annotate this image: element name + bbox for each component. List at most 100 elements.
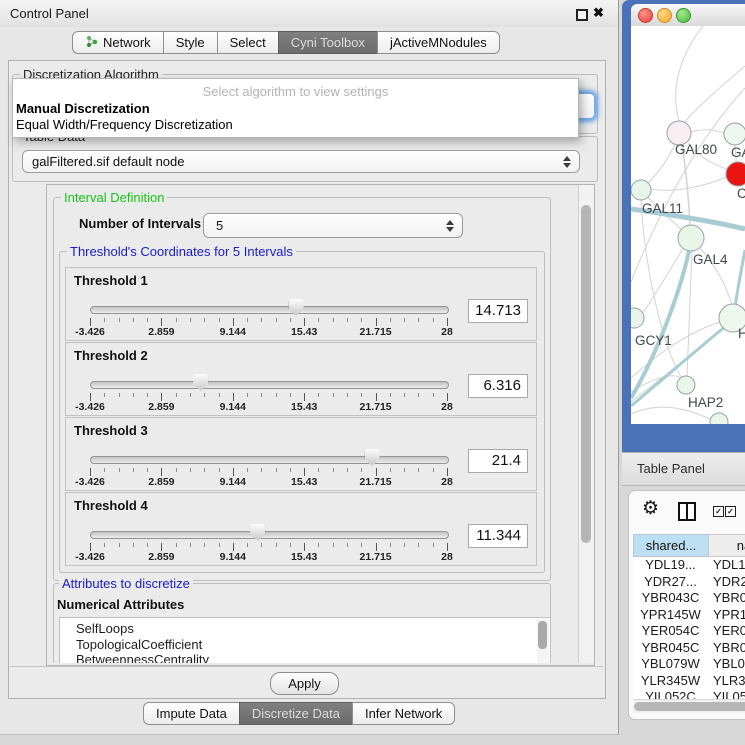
attribute-list-item[interactable]: BetweennessCentrality <box>60 652 550 663</box>
tick-mark <box>261 468 262 472</box>
tick-label: -3.426 <box>60 476 120 488</box>
table-data-combobox[interactable]: galFiltered.sif default node <box>22 150 580 173</box>
mac-zoom-light[interactable] <box>676 8 691 23</box>
float-window-icon[interactable] <box>576 9 588 21</box>
numerical-attributes-list: SelfLoopsTopologicalCoefficientBetweenne… <box>59 617 551 663</box>
column-header-shared-name[interactable]: shared... <box>633 534 709 557</box>
table-row[interactable]: YPR145WYPR145W <box>633 607 745 624</box>
network-edge[interactable] <box>735 250 745 307</box>
tick-mark <box>318 393 319 397</box>
network-edge[interactable] <box>648 144 675 183</box>
tab-select[interactable]: Select <box>217 31 279 54</box>
tick-mark <box>333 543 334 547</box>
threshold-slider-track[interactable] <box>90 531 449 539</box>
tick-mark <box>318 468 319 472</box>
tick-label: 2.859 <box>131 401 191 413</box>
number-of-intervals-spinner[interactable]: 5 <box>203 213 463 238</box>
number-of-intervals-label: Number of Intervals <box>79 216 201 231</box>
table-rows: YDL19...YDL19...YDR27...YDR27...YBR043CY… <box>633 557 745 699</box>
vertical-scrollbar-thumb[interactable] <box>581 205 591 543</box>
horizontal-scrollbar[interactable] <box>633 699 745 713</box>
tick-label: 15.43 <box>274 326 334 338</box>
network-node[interactable] <box>710 413 728 424</box>
split-view-icon[interactable] <box>678 502 696 521</box>
network-node-ga[interactable] <box>724 123 745 145</box>
network-node-hap2[interactable] <box>677 376 695 394</box>
close-icon[interactable]: ✖ <box>593 5 604 21</box>
tick-mark <box>161 543 162 551</box>
table-row[interactable]: YIL052CYIL052C <box>633 689 745 699</box>
network-node-gal4[interactable] <box>678 225 704 251</box>
attribute-list-item[interactable]: TopologicalCoefficient <box>60 637 550 653</box>
cell-shared-name: YIL052C <box>633 689 708 699</box>
tick-mark <box>176 393 177 397</box>
table-row[interactable]: YBR045CYBR045C <box>633 640 745 657</box>
table-row[interactable]: YBL079WYBL079W <box>633 656 745 673</box>
network-edge[interactable] <box>651 177 726 190</box>
algorithm-option-manual[interactable]: Manual Discretization <box>16 101 150 116</box>
tab-style[interactable]: Style <box>163 31 218 54</box>
table-row[interactable]: YDR27...YDR27... <box>633 574 745 591</box>
tab-label: Infer Network <box>365 706 442 721</box>
threshold-value-field[interactable]: 11.344 <box>468 524 528 548</box>
table-row[interactable]: YDL19...YDL19... <box>633 557 745 574</box>
network-node-c[interactable] <box>726 162 745 186</box>
threshold-slider-track[interactable] <box>90 381 449 389</box>
column-header-name[interactable]: name <box>708 534 745 557</box>
tick-mark <box>247 543 248 547</box>
tab-network[interactable]: Network <box>72 31 164 54</box>
cell-name: YER054C <box>713 623 745 640</box>
tick-mark <box>418 543 419 547</box>
algorithm-option-equal-width[interactable]: Equal Width/Frequency Discretization <box>16 117 233 132</box>
horizontal-scrollbar-thumb[interactable] <box>634 702 745 711</box>
attribute-list-item[interactable]: SelfLoops <box>60 621 550 637</box>
cell-shared-name: YLR345W <box>633 673 708 690</box>
tick-mark <box>147 543 148 547</box>
network-edge[interactable] <box>685 66 745 122</box>
tab-cyni-toolbox[interactable]: Cyni Toolbox <box>278 31 378 54</box>
tick-label: 28 <box>417 551 477 563</box>
network-edge[interactable] <box>690 130 724 133</box>
column-checkbox-icon[interactable]: ✓ <box>713 506 724 517</box>
threshold-value-field[interactable]: 21.4 <box>468 449 528 473</box>
tick-mark <box>361 318 362 322</box>
threshold-slider-track[interactable] <box>90 306 449 314</box>
tick-mark <box>418 468 419 472</box>
tick-mark <box>104 468 105 472</box>
tab-discretize-data[interactable]: Discretize Data <box>239 702 353 725</box>
tab-impute-data[interactable]: Impute Data <box>143 702 240 725</box>
network-canvas[interactable]: GAL80GACGAL11GAL4GCY1HHAP2 <box>631 26 745 424</box>
tab-jactivemnodules[interactable]: jActiveMNodules <box>377 31 500 54</box>
list-scrollbar[interactable] <box>537 619 549 663</box>
threshold-value-field[interactable]: 14.713 <box>468 299 528 323</box>
list-scrollbar-thumb[interactable] <box>538 621 547 649</box>
threshold-panel-2: Threshold 2-3.4262.8599.14415.4321.71528… <box>65 342 537 416</box>
tab-infer-network[interactable]: Infer Network <box>352 702 455 725</box>
vertical-scrollbar[interactable] <box>578 185 594 663</box>
tab-label: Style <box>176 35 205 50</box>
tick-mark <box>219 468 220 472</box>
network-edge[interactable] <box>641 200 682 378</box>
tick-mark <box>161 318 162 326</box>
network-node-gal11[interactable] <box>631 180 651 200</box>
apply-button[interactable]: Apply <box>270 672 339 695</box>
threshold-value-field[interactable]: 6.316 <box>468 374 528 398</box>
gear-icon[interactable]: ⚙ <box>642 497 659 520</box>
mac-close-light[interactable] <box>638 8 653 23</box>
tick-mark <box>247 318 248 322</box>
threshold-slider-track[interactable] <box>90 456 449 464</box>
settings-viewport: Interval Definition Number of Intervals … <box>47 185 578 663</box>
table-row[interactable]: YBR043CYBR043C <box>633 590 745 607</box>
mac-minimize-light[interactable] <box>657 8 672 23</box>
network-edge[interactable] <box>643 248 683 313</box>
settings-scrollpane: Interval Definition Number of Intervals … <box>46 184 595 666</box>
network-edge[interactable] <box>682 145 690 225</box>
tick-mark <box>304 393 305 401</box>
tick-mark <box>404 393 405 397</box>
column-checkbox-icon[interactable]: ✓ <box>725 506 736 517</box>
network-node-gcy1[interactable] <box>631 308 644 328</box>
network-window-titlebar[interactable] <box>631 4 745 27</box>
table-row[interactable]: YLR345WYLR345W <box>633 673 745 690</box>
table-row[interactable]: YER054CYER054C <box>633 623 745 640</box>
tick-mark <box>133 468 134 472</box>
